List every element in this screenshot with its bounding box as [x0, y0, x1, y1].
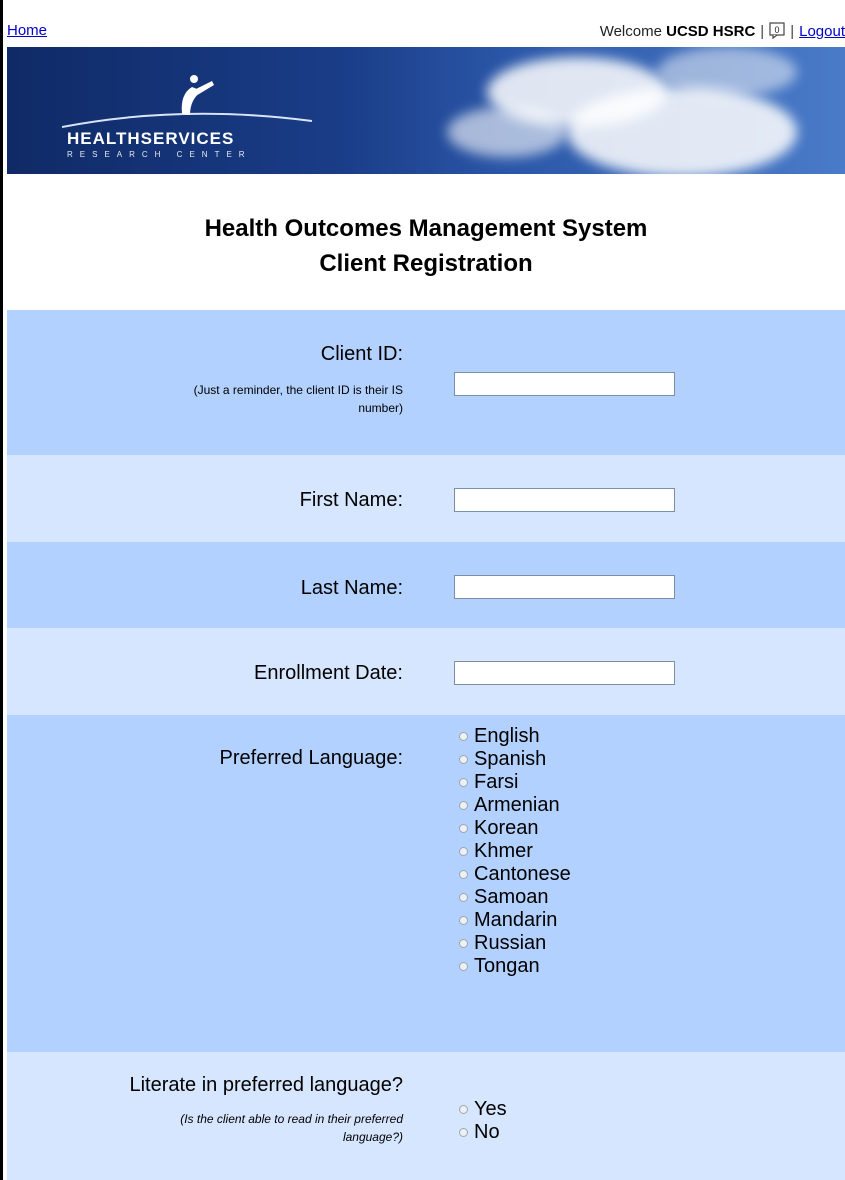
language-option-label: Samoan — [474, 886, 549, 908]
preferred-language-radio-group: English Spanish Farsi Armenian Korean Kh… — [459, 725, 571, 978]
literate-option-label: No — [474, 1121, 500, 1143]
literate-label: Literate in preferred language? — [129, 1074, 403, 1096]
logo-title: HEALTHSERVICES — [67, 129, 235, 148]
message-icon[interactable]: 0 — [769, 22, 785, 43]
language-option[interactable]: Tongan — [459, 955, 571, 978]
radio-button[interactable] — [459, 755, 468, 764]
client-id-label: Client ID: — [320, 343, 403, 365]
page-heading: Health Outcomes Management System Client… — [7, 174, 845, 310]
first-name-row: First Name: — [7, 455, 845, 542]
client-id-hint-line: (Just a reminder, the client ID is their… — [193, 383, 403, 397]
language-option-label: Khmer — [474, 840, 533, 862]
radio-button[interactable] — [459, 801, 468, 810]
top-bar: Home Welcome UCSD HSRC | 0 | Logout — [7, 0, 845, 47]
literate-option-label: Yes — [474, 1098, 507, 1120]
preferred-language-label: Preferred Language: — [219, 747, 403, 769]
language-option-label: Cantonese — [474, 863, 571, 885]
home-link[interactable]: Home — [7, 22, 47, 39]
client-id-hint: (Just a reminder, the client ID is their… — [194, 381, 403, 417]
separator: | — [790, 23, 795, 40]
enrollment-date-label: Enrollment Date: — [254, 662, 403, 684]
language-option-label: Spanish — [474, 748, 547, 770]
last-name-input[interactable] — [454, 575, 675, 599]
user-area: Welcome UCSD HSRC | 0 | Logout — [600, 22, 845, 43]
radio-button[interactable] — [459, 916, 468, 925]
radio-button[interactable] — [459, 1128, 468, 1137]
client-id-hint-line: number) — [358, 401, 403, 415]
logo-figure-icon — [62, 75, 313, 128]
cloud-shape — [567, 87, 797, 174]
header-banner: HEALTHSERVICES RESEARCH CENTER — [7, 47, 845, 174]
window-left-border — [0, 0, 3, 1180]
username: UCSD HSRC — [666, 23, 756, 40]
language-option[interactable]: Farsi — [459, 771, 571, 794]
svg-text:0: 0 — [775, 25, 780, 35]
cloud-shape — [657, 47, 797, 97]
language-option[interactable]: Cantonese — [459, 863, 571, 886]
literate-hint: (Is the client able to read in their pre… — [180, 1110, 403, 1146]
client-id-row: Client ID: (Just a reminder, the client … — [7, 310, 845, 455]
literate-option[interactable]: Yes — [459, 1098, 507, 1121]
language-option[interactable]: English — [459, 725, 571, 748]
client-id-input[interactable] — [454, 372, 675, 396]
radio-button[interactable] — [459, 870, 468, 879]
language-option[interactable]: Khmer — [459, 840, 571, 863]
welcome-text: Welcome — [599, 23, 662, 40]
language-option-label: Mandarin — [474, 909, 558, 931]
language-option-label: Tongan — [474, 955, 540, 977]
page-title: Health Outcomes Management System — [204, 215, 648, 242]
radio-button[interactable] — [459, 732, 468, 741]
language-option-label: English — [474, 725, 540, 747]
language-option-label: Farsi — [474, 771, 519, 793]
radio-button[interactable] — [459, 824, 468, 833]
literate-hint-line: (Is the client able to read in their pre… — [180, 1112, 403, 1126]
language-option-label: Russian — [474, 932, 547, 954]
enrollment-date-input[interactable] — [454, 661, 675, 685]
page-subtitle: Client Registration — [319, 250, 533, 277]
language-option[interactable]: Russian — [459, 932, 571, 955]
literate-option[interactable]: No — [459, 1121, 507, 1144]
language-option-label: Korean — [474, 817, 539, 839]
radio-button[interactable] — [459, 962, 468, 971]
logo-subtitle: RESEARCH CENTER — [67, 150, 252, 159]
radio-button[interactable] — [459, 1105, 468, 1114]
enrollment-date-row: Enrollment Date: — [7, 628, 845, 715]
first-name-label: First Name: — [299, 489, 403, 511]
logo: HEALTHSERVICES RESEARCH CENTER — [67, 129, 252, 159]
language-option[interactable]: Armenian — [459, 794, 571, 817]
radio-button[interactable] — [459, 939, 468, 948]
radio-button[interactable] — [459, 893, 468, 902]
cloud-shape — [447, 107, 567, 157]
language-option-label: Armenian — [474, 794, 560, 816]
literate-row: Literate in preferred language? (Is the … — [7, 1052, 845, 1180]
language-option[interactable]: Spanish — [459, 748, 571, 771]
last-name-label: Last Name: — [300, 577, 403, 599]
literate-hint-line: language?) — [342, 1130, 403, 1144]
language-option[interactable]: Mandarin — [459, 909, 571, 932]
radio-button[interactable] — [459, 778, 468, 787]
last-name-row: Last Name: — [7, 542, 845, 628]
literate-radio-group: Yes No — [459, 1098, 507, 1144]
radio-button[interactable] — [459, 847, 468, 856]
language-option[interactable]: Korean — [459, 817, 571, 840]
logout-link[interactable]: Logout — [799, 23, 845, 40]
preferred-language-row: Preferred Language: English Spanish Fars… — [7, 715, 845, 1052]
language-option[interactable]: Samoan — [459, 886, 571, 909]
first-name-input[interactable] — [454, 488, 675, 512]
separator: | — [760, 23, 765, 40]
